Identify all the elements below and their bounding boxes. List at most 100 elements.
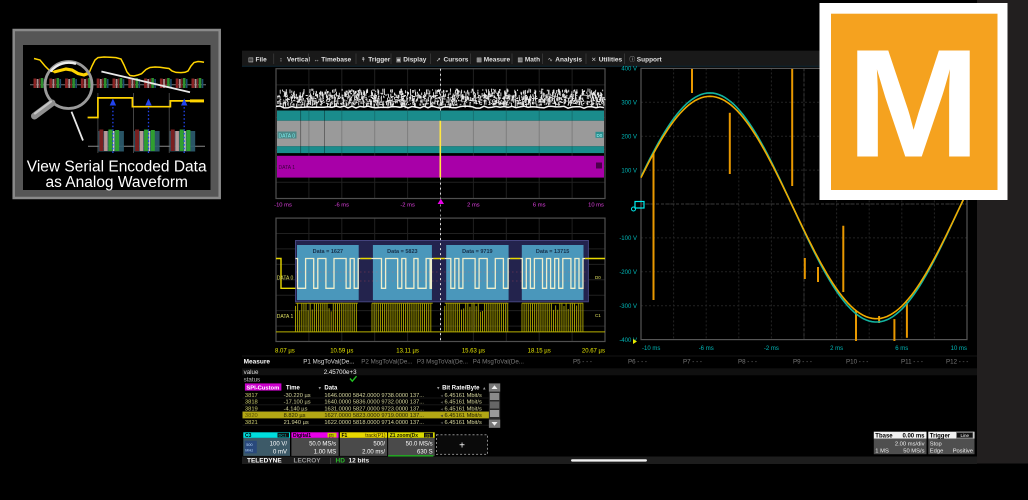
svg-text:2.00 ms/: 2.00 ms/ [362,449,385,455]
svg-text:Time: Time [286,385,301,391]
svg-text:↔: ↔ [314,58,320,64]
svg-text:Stop: Stop [930,442,942,448]
svg-text:∿: ∿ [548,58,553,64]
svg-text:6 ms: 6 ms [533,203,546,209]
svg-text:1627.0000 5823.0000 9719.0000: 1627.0000 5823.0000 9719.0000 137... [324,413,424,419]
svg-text:as Analog Waveform: as Analog Waveform [45,174,187,191]
svg-text:Bit Rate/Byte: Bit Rate/Byte [442,385,480,391]
svg-text:Data = 13715: Data = 13715 [536,249,569,255]
svg-text:100 V/: 100 V/ [270,441,288,447]
svg-text:P9 - - -: P9 - - - [793,359,812,366]
svg-text:2.45700e+3: 2.45700e+3 [324,369,357,376]
svg-text:ⓘ: ⓘ [629,56,635,64]
svg-text:Tbase: Tbase [875,433,893,439]
svg-text:2 ms: 2 ms [467,203,480,209]
svg-text:10 ms: 10 ms [951,346,967,352]
svg-text:18.15 µs: 18.15 µs [528,348,551,354]
svg-text:Data = 5823: Data = 5823 [387,249,417,255]
svg-text:400 V: 400 V [621,67,637,73]
svg-text:track(P1): track(P1) [365,433,386,439]
svg-text:Data = 1627: Data = 1627 [313,249,343,255]
svg-text:HD: HD [336,458,346,465]
svg-text:Measure: Measure [244,359,271,366]
svg-text:10 ms: 10 ms [588,203,604,209]
svg-text:P2 MsgToVal(De...: P2 MsgToVal(De... [361,359,412,366]
svg-text:2 ms: 2 ms [830,346,843,352]
svg-text:DC1: DC1 [279,433,288,438]
svg-text:↟: ↟ [361,57,366,64]
svg-text:15.63 µs: 15.63 µs [462,348,485,354]
svg-text:M: M [847,18,981,190]
svg-text:Trigger: Trigger [368,57,391,64]
svg-text:[2]: [2] [329,433,333,438]
svg-text:50 MS/s: 50 MS/s [903,449,924,455]
svg-text:50.0 MS/s: 50.0 MS/s [309,441,336,447]
svg-text:✕: ✕ [591,58,596,64]
svg-text:20.67 µs: 20.67 µs [582,348,605,354]
svg-text:▦: ▦ [517,58,523,64]
svg-text:Digital1: Digital1 [293,433,311,439]
svg-text:Cursors: Cursors [444,57,469,64]
svg-text:D0: D0 [597,133,603,138]
svg-text:8.820 µs: 8.820 µs [284,413,306,419]
svg-text:13.11 µs: 13.11 µs [396,348,419,354]
svg-text:P3 MsgToVal(De...: P3 MsgToVal(De... [417,359,468,366]
svg-text:-2 ms: -2 ms [764,346,779,352]
svg-text:Z1 zoom(Dx: Z1 zoom(Dx [390,433,419,439]
svg-text:P10 - - -: P10 - - - [846,359,868,366]
svg-text:DATA 1: DATA 1 [279,165,296,171]
svg-text:LECROY: LECROY [294,458,322,465]
svg-text:Measure: Measure [484,57,511,64]
svg-text:+: + [459,441,465,452]
svg-text:P6 - - -: P6 - - - [628,359,647,366]
svg-text:10.59 µs: 10.59 µs [330,348,353,354]
svg-text:Support: Support [637,57,663,64]
svg-text:Vertical: Vertical [287,57,310,64]
svg-text:DATA 1: DATA 1 [277,314,294,320]
svg-text:Data = 9719: Data = 9719 [462,249,492,255]
svg-text:0 mV: 0 mV [273,449,287,455]
svg-text:View Serial Encoded Data: View Serial Encoded Data [27,159,207,176]
svg-text:▣: ▣ [396,58,402,64]
svg-text:↕: ↕ [279,58,282,64]
svg-text:P12 - - -: P12 - - - [946,359,968,366]
svg-text:100 V: 100 V [621,168,637,174]
svg-text:Analysis: Analysis [555,57,582,64]
svg-text:TELEDYNE: TELEDYNE [247,458,282,465]
svg-text:1 MS: 1 MS [875,449,889,455]
svg-text:1.00 MS: 1.00 MS [314,449,336,455]
svg-text:6 ms: 6 ms [895,346,908,352]
svg-text:12 bits: 12 bits [349,458,370,465]
svg-text:DATA 0: DATA 0 [277,276,294,282]
svg-text:Timebase: Timebase [321,57,351,64]
svg-text:-300 V: -300 V [619,304,637,310]
svg-text:➚: ➚ [436,58,441,64]
svg-text:DATA 0: DATA 0 [279,134,296,140]
svg-text:value: value [244,369,259,376]
svg-text:200 V: 200 V [621,134,637,140]
svg-text:300 V: 300 V [621,101,637,107]
svg-text:3820: 3820 [245,413,258,419]
svg-text:P7 - - -: P7 - - - [683,359,702,366]
svg-text:Trigger: Trigger [930,433,951,439]
svg-text:P11 - - -: P11 - - - [901,359,923,366]
svg-text:▩: ▩ [476,58,482,64]
svg-text:status: status [244,377,261,384]
svg-text:Utilities: Utilities [599,57,623,64]
svg-text:Display: Display [403,57,427,64]
svg-text:Line: Line [961,433,970,438]
svg-text:-6 ms: -6 ms [699,346,714,352]
svg-text:6.45161 Mbit/s: 6.45161 Mbit/s [445,413,482,419]
svg-text:P1 MsgToVal(De...: P1 MsgToVal(De... [303,359,354,366]
svg-text:Edge: Edge [930,449,944,455]
svg-text:P5 - - -: P5 - - - [573,359,592,366]
svg-text:2.00 ms/div: 2.00 ms/div [895,442,925,448]
svg-text:▤: ▤ [248,58,254,64]
svg-text:500/: 500/ [373,441,385,447]
svg-text:C1: C1 [595,313,601,318]
svg-text:Data: Data [324,385,338,391]
svg-text:-10 ms: -10 ms [642,346,660,352]
svg-text:-100 V: -100 V [619,236,637,242]
svg-text:C3: C3 [245,433,252,439]
svg-text:D0: D0 [595,275,601,280]
